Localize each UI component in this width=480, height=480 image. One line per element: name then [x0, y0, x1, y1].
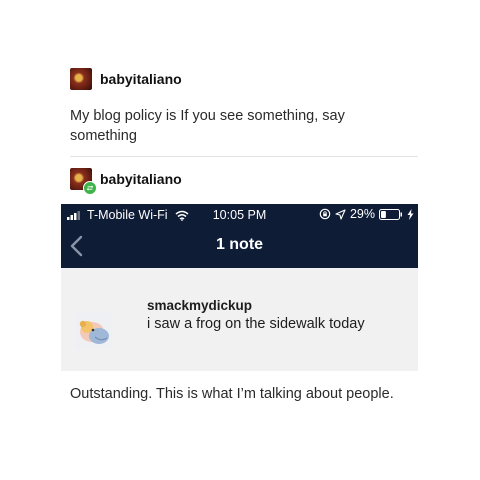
charging-icon	[407, 208, 414, 220]
reblog-icon	[83, 181, 97, 195]
post-caption: Outstanding. This is what I’m talking ab…	[70, 386, 394, 402]
note-username[interactable]: smackmydickup	[147, 298, 252, 313]
avatar[interactable]	[70, 168, 97, 195]
note-text: i saw a frog on the sidewalk today	[147, 316, 365, 332]
note-item: smackmydickup i saw a frog on the sidewa…	[61, 268, 418, 371]
reblog-header: babyitaliano	[70, 168, 182, 195]
username[interactable]: babyitaliano	[100, 71, 182, 87]
username[interactable]: babyitaliano	[100, 171, 182, 187]
nav-bar: 1 note	[61, 225, 418, 268]
status-bar: T-Mobile Wi-Fi 10:05 PM 29%	[61, 204, 418, 225]
post-text: My blog policy is If you see something, …	[70, 108, 345, 144]
divider	[70, 156, 418, 157]
rotation-lock-icon	[319, 208, 331, 220]
avatar[interactable]	[70, 68, 92, 90]
post-header: babyitaliano	[70, 68, 182, 90]
notes-title: 1 note	[215, 236, 264, 253]
battery-icon	[379, 208, 402, 220]
note-avatar[interactable]	[75, 312, 112, 349]
battery-percent: 29%	[349, 207, 375, 221]
location-icon	[335, 208, 346, 220]
